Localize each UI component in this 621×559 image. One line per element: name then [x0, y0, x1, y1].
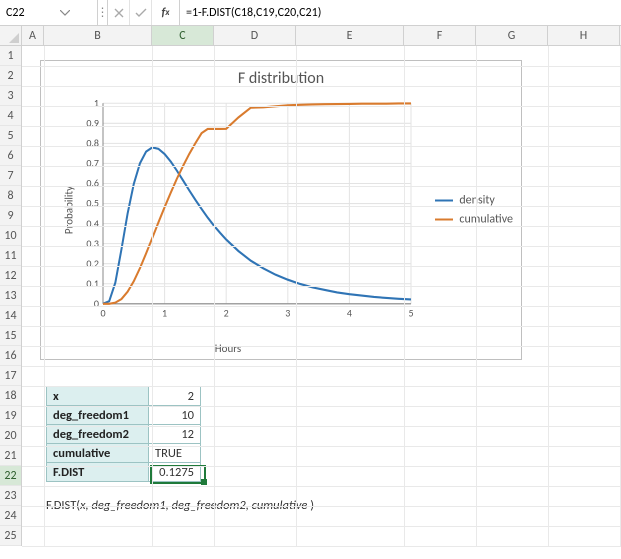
chart-svg: 0 0.1 0.2 0.3 0.4 0.5 0.6 0.7 0.8 0.9 1 0 1 2 3 4 5: [75, 99, 415, 323]
sheet-area[interactable]: F distribution Probability 00.10.20.30.4…: [22, 46, 621, 546]
svg-text:1: 1: [162, 306, 167, 319]
column-header-D[interactable]: D: [214, 26, 296, 45]
row-header-21[interactable]: 21: [0, 446, 21, 466]
row-header-24[interactable]: 24: [0, 506, 21, 526]
column-header-C[interactable]: C: [152, 26, 214, 45]
column-header-B[interactable]: B: [44, 26, 152, 45]
svg-text:0.5: 0.5: [86, 196, 99, 209]
legend-label: cumulative: [459, 213, 513, 227]
formula-input[interactable]: [180, 0, 621, 25]
param-key[interactable]: deg_freedom1: [47, 406, 149, 425]
column-header-A[interactable]: A: [22, 26, 44, 45]
table-row: x 2: [47, 387, 201, 406]
param-value[interactable]: 2: [149, 387, 201, 406]
svg-text:0.2: 0.2: [86, 257, 99, 270]
row-header-1[interactable]: 1: [0, 46, 21, 66]
parameter-table: x 2 deg_freedom1 10 deg_freedom2 12 cumu…: [46, 386, 201, 482]
chart-object[interactable]: F distribution Probability 00.10.20.30.4…: [40, 60, 522, 360]
param-key[interactable]: x: [47, 387, 149, 406]
svg-text:0.1: 0.1: [86, 277, 99, 290]
column-header-H[interactable]: H: [548, 26, 620, 45]
row-headers: 1234567891011121314151617181920212223242…: [0, 46, 22, 546]
svg-text:0.7: 0.7: [86, 156, 99, 169]
row-header-15[interactable]: 15: [0, 326, 21, 346]
accept-formula-button[interactable]: [130, 0, 152, 25]
name-box[interactable]: [4, 5, 58, 21]
row-header-4[interactable]: 4: [0, 106, 21, 126]
chart-plot-area: 0 0.1 0.2 0.3 0.4 0.5 0.6 0.7 0.8 0.9 1 0 1 2 3 4 5: [75, 99, 415, 323]
row-header-8[interactable]: 8: [0, 186, 21, 206]
row-header-11[interactable]: 11: [0, 246, 21, 266]
name-box-wrap[interactable]: [0, 0, 98, 25]
svg-text:0.8: 0.8: [86, 136, 99, 149]
svg-text:0.6: 0.6: [86, 176, 99, 189]
row-header-14[interactable]: 14: [0, 306, 21, 326]
param-key[interactable]: deg_freedom2: [47, 425, 149, 444]
row-header-22[interactable]: 22: [0, 466, 21, 486]
grid-body: 1234567891011121314151617181920212223242…: [0, 46, 621, 546]
row-header-12[interactable]: 12: [0, 266, 21, 286]
formula-bar-divider: ⋮: [98, 0, 108, 25]
row-header-25[interactable]: 25: [0, 526, 21, 546]
legend-swatch-density: [435, 200, 453, 202]
svg-text:2: 2: [224, 306, 229, 319]
row-header-13[interactable]: 13: [0, 286, 21, 306]
svg-text:4: 4: [347, 306, 353, 319]
svg-text:5: 5: [408, 306, 413, 319]
row-header-18[interactable]: 18: [0, 386, 21, 406]
select-all-corner[interactable]: [0, 26, 22, 45]
param-value[interactable]: 10: [149, 406, 201, 425]
cancel-formula-button[interactable]: [108, 0, 130, 25]
x-axis-title: Hours: [41, 342, 415, 355]
formula-bar: ⋮ fx: [0, 0, 621, 26]
row-header-6[interactable]: 6: [0, 146, 21, 166]
svg-text:0: 0: [94, 297, 99, 310]
column-headers: ABCDEFGH: [0, 26, 621, 46]
row-header-23[interactable]: 23: [0, 486, 21, 506]
row-header-3[interactable]: 3: [0, 86, 21, 106]
svg-text:0.4: 0.4: [86, 216, 99, 229]
row-header-5[interactable]: 5: [0, 126, 21, 146]
row-header-16[interactable]: 16: [0, 346, 21, 366]
svg-text:0.9: 0.9: [86, 116, 99, 129]
row-header-20[interactable]: 20: [0, 426, 21, 446]
row-header-7[interactable]: 7: [0, 166, 21, 186]
column-header-E[interactable]: E: [296, 26, 404, 45]
svg-text:1: 1: [94, 99, 99, 110]
legend-item-cumulative: cumulative: [435, 213, 513, 227]
svg-text:0: 0: [100, 306, 105, 319]
table-row: deg_freedom1 10: [47, 406, 201, 425]
column-header-G[interactable]: G: [476, 26, 548, 45]
param-value[interactable]: 12: [149, 425, 201, 444]
svg-text:3: 3: [285, 306, 290, 319]
insert-function-button[interactable]: fx: [152, 0, 180, 25]
svg-text:0.3: 0.3: [86, 237, 99, 250]
row-header-19[interactable]: 19: [0, 406, 21, 426]
legend-swatch-cumulative: [435, 219, 453, 221]
column-header-F[interactable]: F: [404, 26, 476, 45]
chevron-down-icon[interactable]: [58, 6, 72, 20]
row-header-2[interactable]: 2: [0, 66, 21, 86]
row-header-17[interactable]: 17: [0, 366, 21, 386]
table-row: deg_freedom2 12: [47, 425, 201, 444]
row-header-9[interactable]: 9: [0, 206, 21, 226]
row-header-10[interactable]: 10: [0, 226, 21, 246]
